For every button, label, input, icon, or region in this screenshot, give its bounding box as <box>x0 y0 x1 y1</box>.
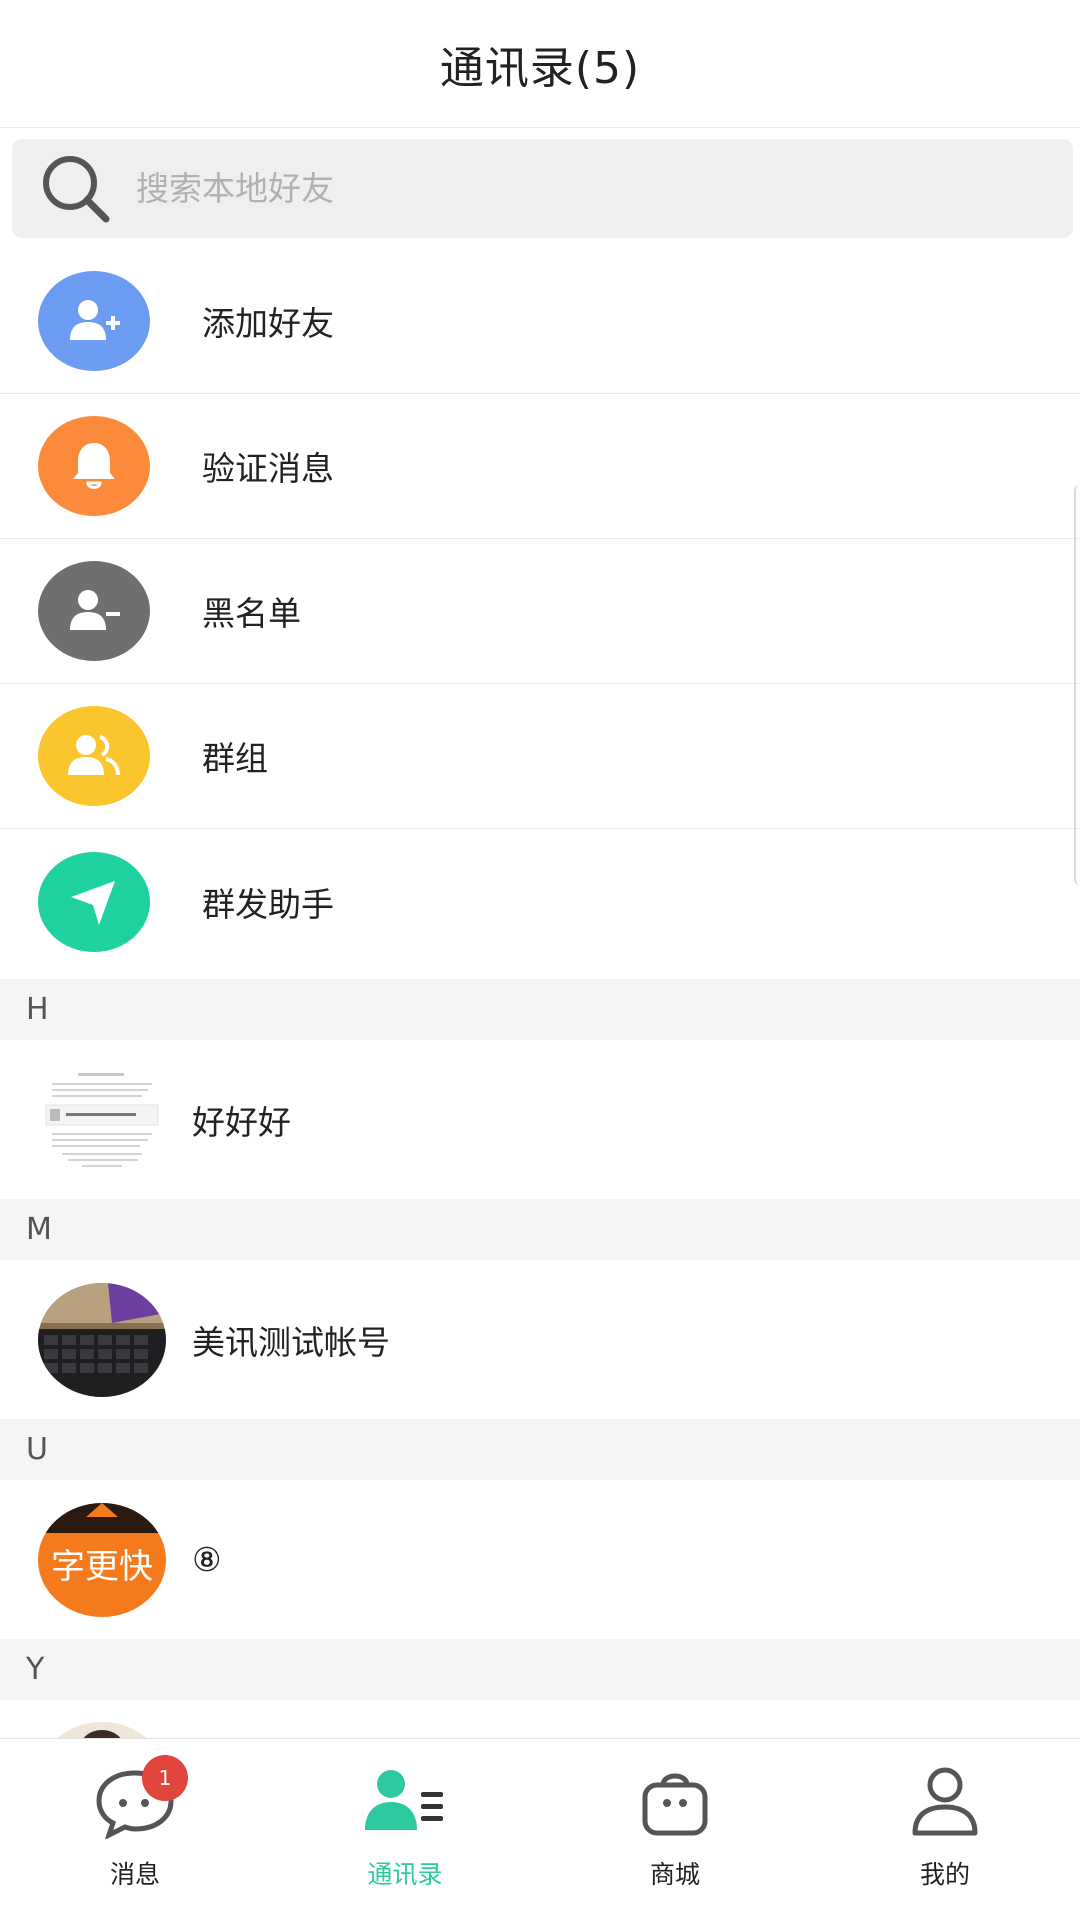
tab-label: 我的 <box>919 1860 970 1889</box>
send-icon <box>38 851 150 952</box>
tab-store[interactable]: 商城 <box>540 1739 810 1921</box>
remove-user-icon <box>38 561 150 661</box>
page-title: 通讯录(5) <box>439 42 641 94</box>
bell-icon <box>38 416 150 516</box>
section-header-y: Y <box>0 1639 1080 1700</box>
add-user-icon <box>38 271 150 371</box>
scroll-indicator <box>1074 485 1080 885</box>
mass-send-assistant-item[interactable]: 群发助手 <box>0 829 1080 974</box>
contact-name: 美讯测试帐号 <box>192 1322 390 1362</box>
blacklist-label: 黑名单 <box>202 594 301 633</box>
contact-name: ⑧ <box>192 1540 222 1579</box>
tab-contacts[interactable]: 通讯录 <box>270 1739 540 1921</box>
verification-message-label: 验证消息 <box>202 449 334 488</box>
bottom-tab-bar: 1 消息 通讯录 商城 我的 <box>0 1738 1080 1921</box>
section-header-u: U <box>0 1419 1080 1480</box>
contacts-icon <box>360 1761 450 1841</box>
search-icon <box>36 149 116 229</box>
avatar: 字更快 <box>38 1502 166 1617</box>
section-header-h: H <box>0 979 1080 1040</box>
group-label: 群组 <box>202 739 268 778</box>
tab-label: 通讯录 <box>367 1860 443 1889</box>
chat-bubble-icon: 1 <box>90 1755 188 1841</box>
unread-badge: 1 <box>142 1755 188 1801</box>
section-letter: M <box>26 1212 52 1247</box>
tab-label: 商城 <box>649 1860 700 1889</box>
section-letter: H <box>26 992 49 1027</box>
contact-item-partial[interactable] <box>0 1700 1080 1740</box>
search-input[interactable] <box>134 147 988 230</box>
avatar-text: 字更快 <box>51 1546 153 1587</box>
group-item[interactable]: 群组 <box>0 684 1080 829</box>
contact-item[interactable]: 好好好 <box>0 1040 1080 1199</box>
contact-item[interactable]: 字更快 ⑧ <box>0 1480 1080 1639</box>
profile-icon <box>900 1761 990 1841</box>
top-bar: 通讯录(5) <box>0 0 1080 128</box>
tab-me[interactable]: 我的 <box>810 1739 1080 1921</box>
shopping-bag-icon <box>630 1761 720 1841</box>
add-friend-item[interactable]: 添加好友 <box>0 249 1080 394</box>
function-list: 添加好友 验证消息 黑名单 群组 群发助手 <box>0 249 1080 974</box>
avatar <box>38 1282 166 1397</box>
tab-messages[interactable]: 1 消息 <box>0 1739 270 1921</box>
blacklist-item[interactable]: 黑名单 <box>0 539 1080 684</box>
group-icon <box>38 706 150 806</box>
tab-label: 消息 <box>109 1860 160 1889</box>
contact-name: 好好好 <box>192 1102 291 1142</box>
contact-item[interactable]: 美讯测试帐号 <box>0 1260 1080 1419</box>
avatar <box>38 1062 166 1177</box>
mass-send-assistant-label: 群发助手 <box>202 884 334 924</box>
add-friend-label: 添加好友 <box>202 304 334 343</box>
section-letter: U <box>26 1432 48 1467</box>
verification-message-item[interactable]: 验证消息 <box>0 394 1080 539</box>
search-bar[interactable] <box>12 139 1073 238</box>
section-header-m: M <box>0 1199 1080 1260</box>
section-letter: Y <box>26 1652 45 1687</box>
